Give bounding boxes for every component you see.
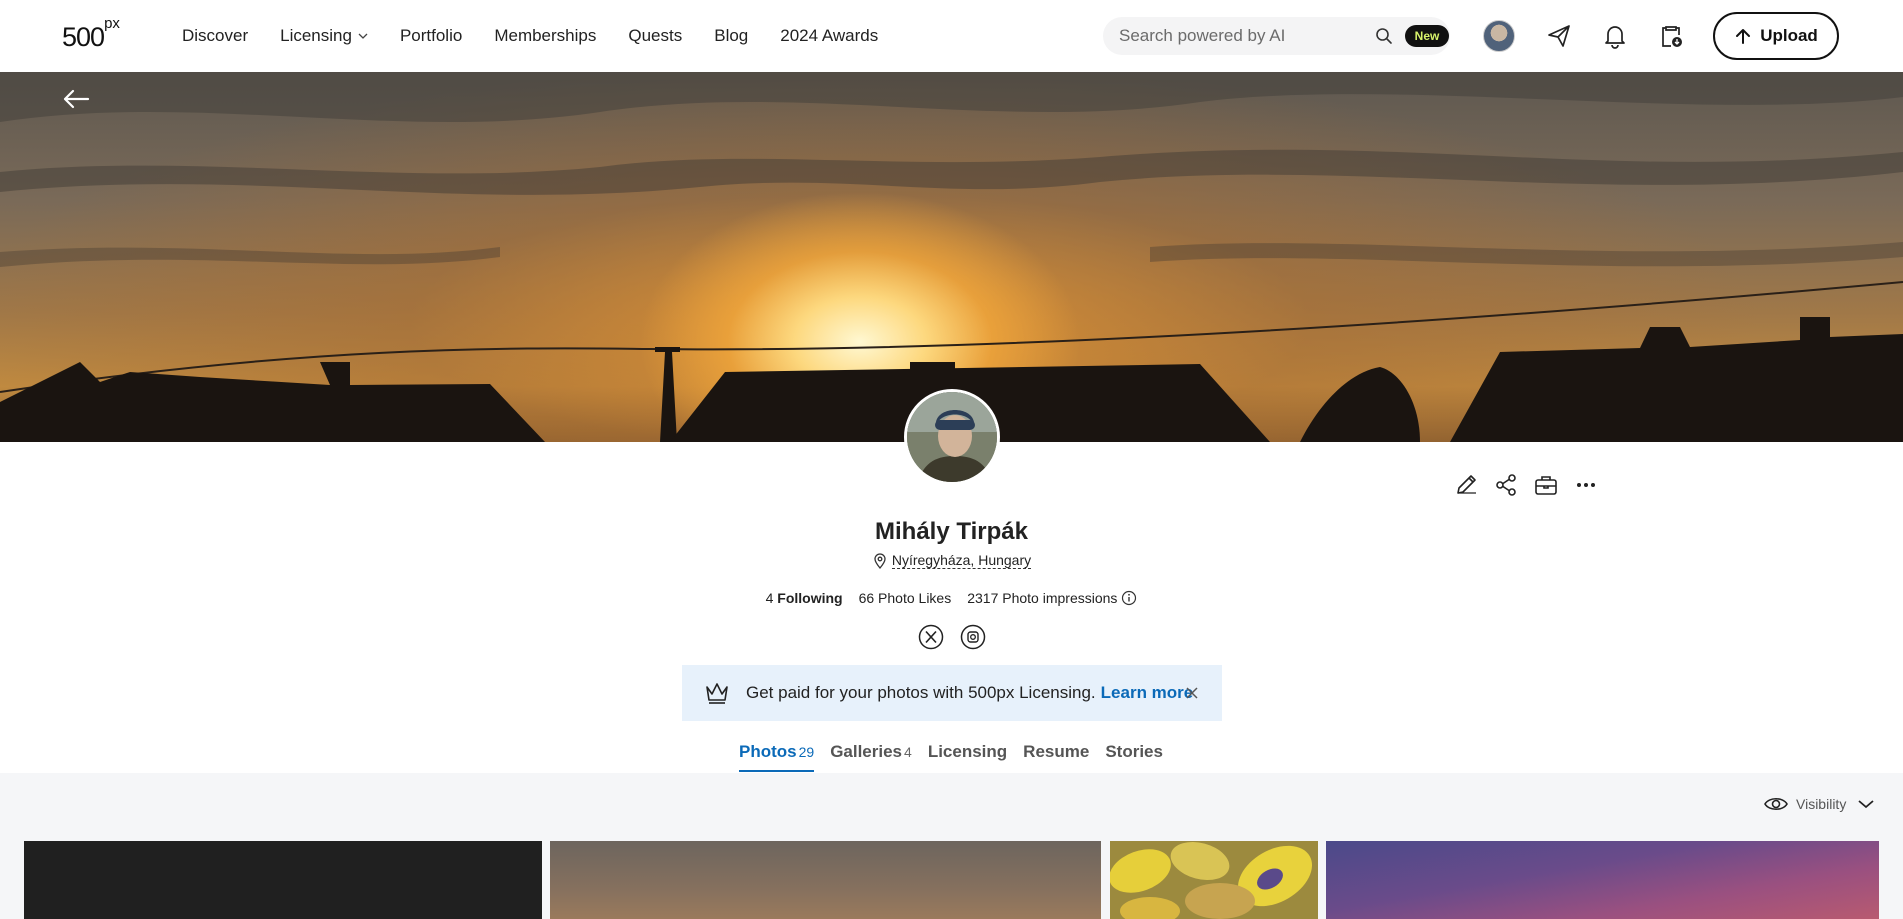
nav-2024-awards[interactable]: 2024 Awards xyxy=(780,26,878,46)
autumn-leaves-image xyxy=(1110,841,1318,919)
close-icon[interactable] xyxy=(1184,685,1200,701)
main-nav: Discover Licensing Portfolio Memberships… xyxy=(182,0,910,72)
nav-portfolio[interactable]: Portfolio xyxy=(400,26,462,46)
clipboard-download-icon[interactable] xyxy=(1657,22,1685,50)
top-navigation-bar: 500px Discover Licensing Portfolio Membe… xyxy=(0,0,1903,72)
500px-logo[interactable]: 500px xyxy=(62,15,120,53)
cover-scene xyxy=(0,72,1903,442)
profile-location: Nyíregyháza, Hungary xyxy=(0,552,1903,569)
profile-actions xyxy=(1453,472,1599,498)
nav-blog[interactable]: Blog xyxy=(714,26,748,46)
profile-name: Mihály Tirpák xyxy=(875,518,1028,545)
banner-text: Get paid for your photos with 500px Lice… xyxy=(746,683,1096,702)
profile-stats: 4 Following 66 Photo Likes 2317 Photo im… xyxy=(0,590,1903,606)
profile-tabs: Photos 29 Galleries 4 Licensing Resume Sto… xyxy=(739,742,1163,772)
user-avatar[interactable] xyxy=(1483,20,1515,52)
social-links xyxy=(918,624,986,650)
nav-memberships[interactable]: Memberships xyxy=(494,26,596,46)
photo-thumbnail[interactable] xyxy=(1326,841,1879,919)
tab-stories[interactable]: Stories xyxy=(1105,742,1163,772)
briefcase-icon[interactable] xyxy=(1533,472,1559,498)
chevron-down-icon xyxy=(1858,800,1874,809)
profile-portrait xyxy=(907,392,997,482)
licensing-promo-banner: Get paid for your photos with 500px Lice… xyxy=(682,665,1222,721)
photo-thumbnail[interactable] xyxy=(24,841,542,919)
tab-photos[interactable]: Photos 29 xyxy=(739,742,815,772)
send-message-icon[interactable] xyxy=(1545,22,1573,50)
crown-icon xyxy=(706,683,728,704)
search-bar: New xyxy=(1103,17,1450,55)
x-twitter-icon[interactable] xyxy=(918,624,944,650)
pencil-edit-icon[interactable] xyxy=(1453,472,1479,498)
photo-thumbnail[interactable] xyxy=(550,841,1101,919)
tab-galleries[interactable]: Galleries 4 xyxy=(830,742,912,772)
search-input[interactable] xyxy=(1119,26,1369,46)
profile-avatar[interactable] xyxy=(904,389,1000,485)
tab-licensing[interactable]: Licensing xyxy=(928,742,1007,772)
photo-thumbnail[interactable] xyxy=(1110,841,1318,919)
location-link[interactable]: Nyíregyháza, Hungary xyxy=(891,552,1032,569)
more-options-icon[interactable] xyxy=(1573,472,1599,498)
nav-quests[interactable]: Quests xyxy=(628,26,682,46)
nav-discover[interactable]: Discover xyxy=(182,26,248,46)
back-arrow-icon[interactable] xyxy=(62,88,90,110)
bell-icon[interactable] xyxy=(1601,22,1629,50)
following-stat[interactable]: 4 Following xyxy=(766,590,843,606)
chevron-down-icon xyxy=(358,33,368,39)
new-badge: New xyxy=(1405,25,1449,47)
photo-impressions-stat: 2317 Photo impressions xyxy=(967,590,1137,606)
info-icon[interactable] xyxy=(1121,590,1137,606)
location-pin-icon xyxy=(874,552,886,569)
share-icon[interactable] xyxy=(1493,472,1519,498)
tab-resume[interactable]: Resume xyxy=(1023,742,1089,772)
photo-likes-stat: 66 Photo Likes xyxy=(858,590,952,606)
arrow-up-icon xyxy=(1736,29,1751,44)
search-icon[interactable] xyxy=(1375,27,1393,45)
cover-photo xyxy=(0,72,1903,442)
learn-more-link[interactable]: Learn more xyxy=(1101,683,1194,703)
eye-icon xyxy=(1764,797,1788,811)
instagram-icon[interactable] xyxy=(960,624,986,650)
upload-button[interactable]: Upload xyxy=(1713,12,1839,60)
nav-licensing[interactable]: Licensing xyxy=(280,26,368,46)
visibility-dropdown[interactable]: Visibility xyxy=(1764,796,1874,812)
